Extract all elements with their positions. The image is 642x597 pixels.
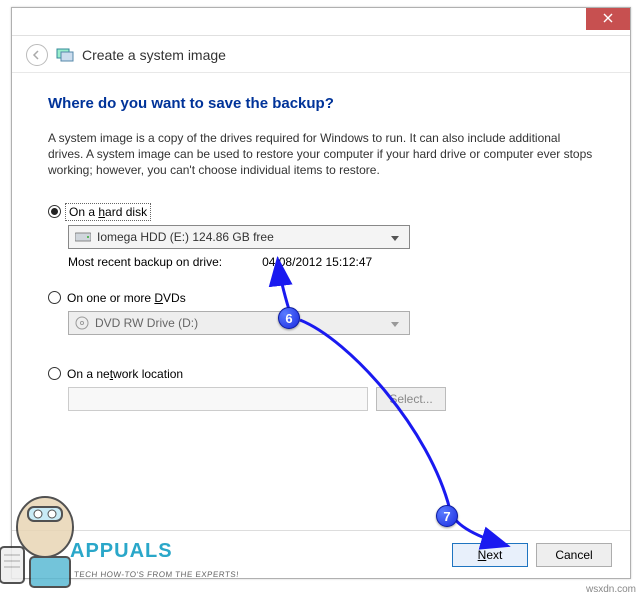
chevron-down-icon (387, 230, 403, 244)
annotation-badge-7: 7 (436, 505, 458, 527)
next-button[interactable]: Next (452, 543, 528, 567)
close-icon (603, 13, 613, 23)
option-network: On a network location Select... (48, 367, 594, 411)
titlebar (12, 8, 630, 36)
hdd-meta-value: 04/08/2012 15:12:47 (262, 255, 372, 269)
option-dvd: On one or more DVDs DVD RW Drive (D:) (48, 291, 594, 335)
system-image-icon (56, 46, 74, 64)
radio-network[interactable] (48, 367, 61, 380)
drive-select-dvd-value: DVD RW Drive (D:) (95, 316, 387, 330)
radio-hard-disk-label[interactable]: On a hard disk (67, 205, 149, 219)
back-arrow-icon (32, 50, 42, 60)
drive-select-dvd[interactable]: DVD RW Drive (D:) (68, 311, 410, 335)
watermark-mascot-icon (0, 477, 110, 597)
hdd-meta-label: Most recent backup on drive: (68, 255, 222, 269)
dvd-icon (75, 316, 89, 330)
watermark-tagline: TECH HOW-TO'S FROM THE EXPERTS! (74, 570, 240, 579)
drive-select-hdd[interactable]: Iomega HDD (E:) 124.86 GB free (68, 225, 410, 249)
watermark-logo: APPUALS (70, 540, 173, 563)
page-description: A system image is a copy of the drives r… (48, 130, 594, 179)
cancel-button[interactable]: Cancel (536, 543, 612, 567)
chevron-down-icon (387, 316, 403, 330)
radio-hard-disk[interactable] (48, 205, 61, 218)
back-button[interactable] (26, 44, 48, 66)
network-path-input[interactable] (68, 387, 368, 411)
close-button[interactable] (586, 8, 630, 30)
radio-dvd[interactable] (48, 291, 61, 304)
source-attribution: wsxdn.com (586, 584, 636, 595)
radio-dvd-label[interactable]: On one or more DVDs (67, 291, 186, 305)
radio-network-label[interactable]: On a network location (67, 367, 183, 381)
wizard-header: Create a system image (12, 36, 630, 73)
page-heading: Where do you want to save the backup? (48, 95, 594, 112)
wizard-content: Where do you want to save the backup? A … (12, 73, 630, 439)
network-select-button: Select... (376, 387, 446, 411)
hdd-icon (75, 231, 91, 243)
wizard-title: Create a system image (82, 47, 226, 63)
annotation-badge-6: 6 (278, 307, 300, 329)
hdd-meta: Most recent backup on drive: 04/08/2012 … (68, 255, 594, 269)
drive-select-hdd-value: Iomega HDD (E:) 124.86 GB free (97, 230, 387, 244)
option-hard-disk: On a hard disk Iomega HDD (E:) 124.86 GB… (48, 205, 594, 269)
